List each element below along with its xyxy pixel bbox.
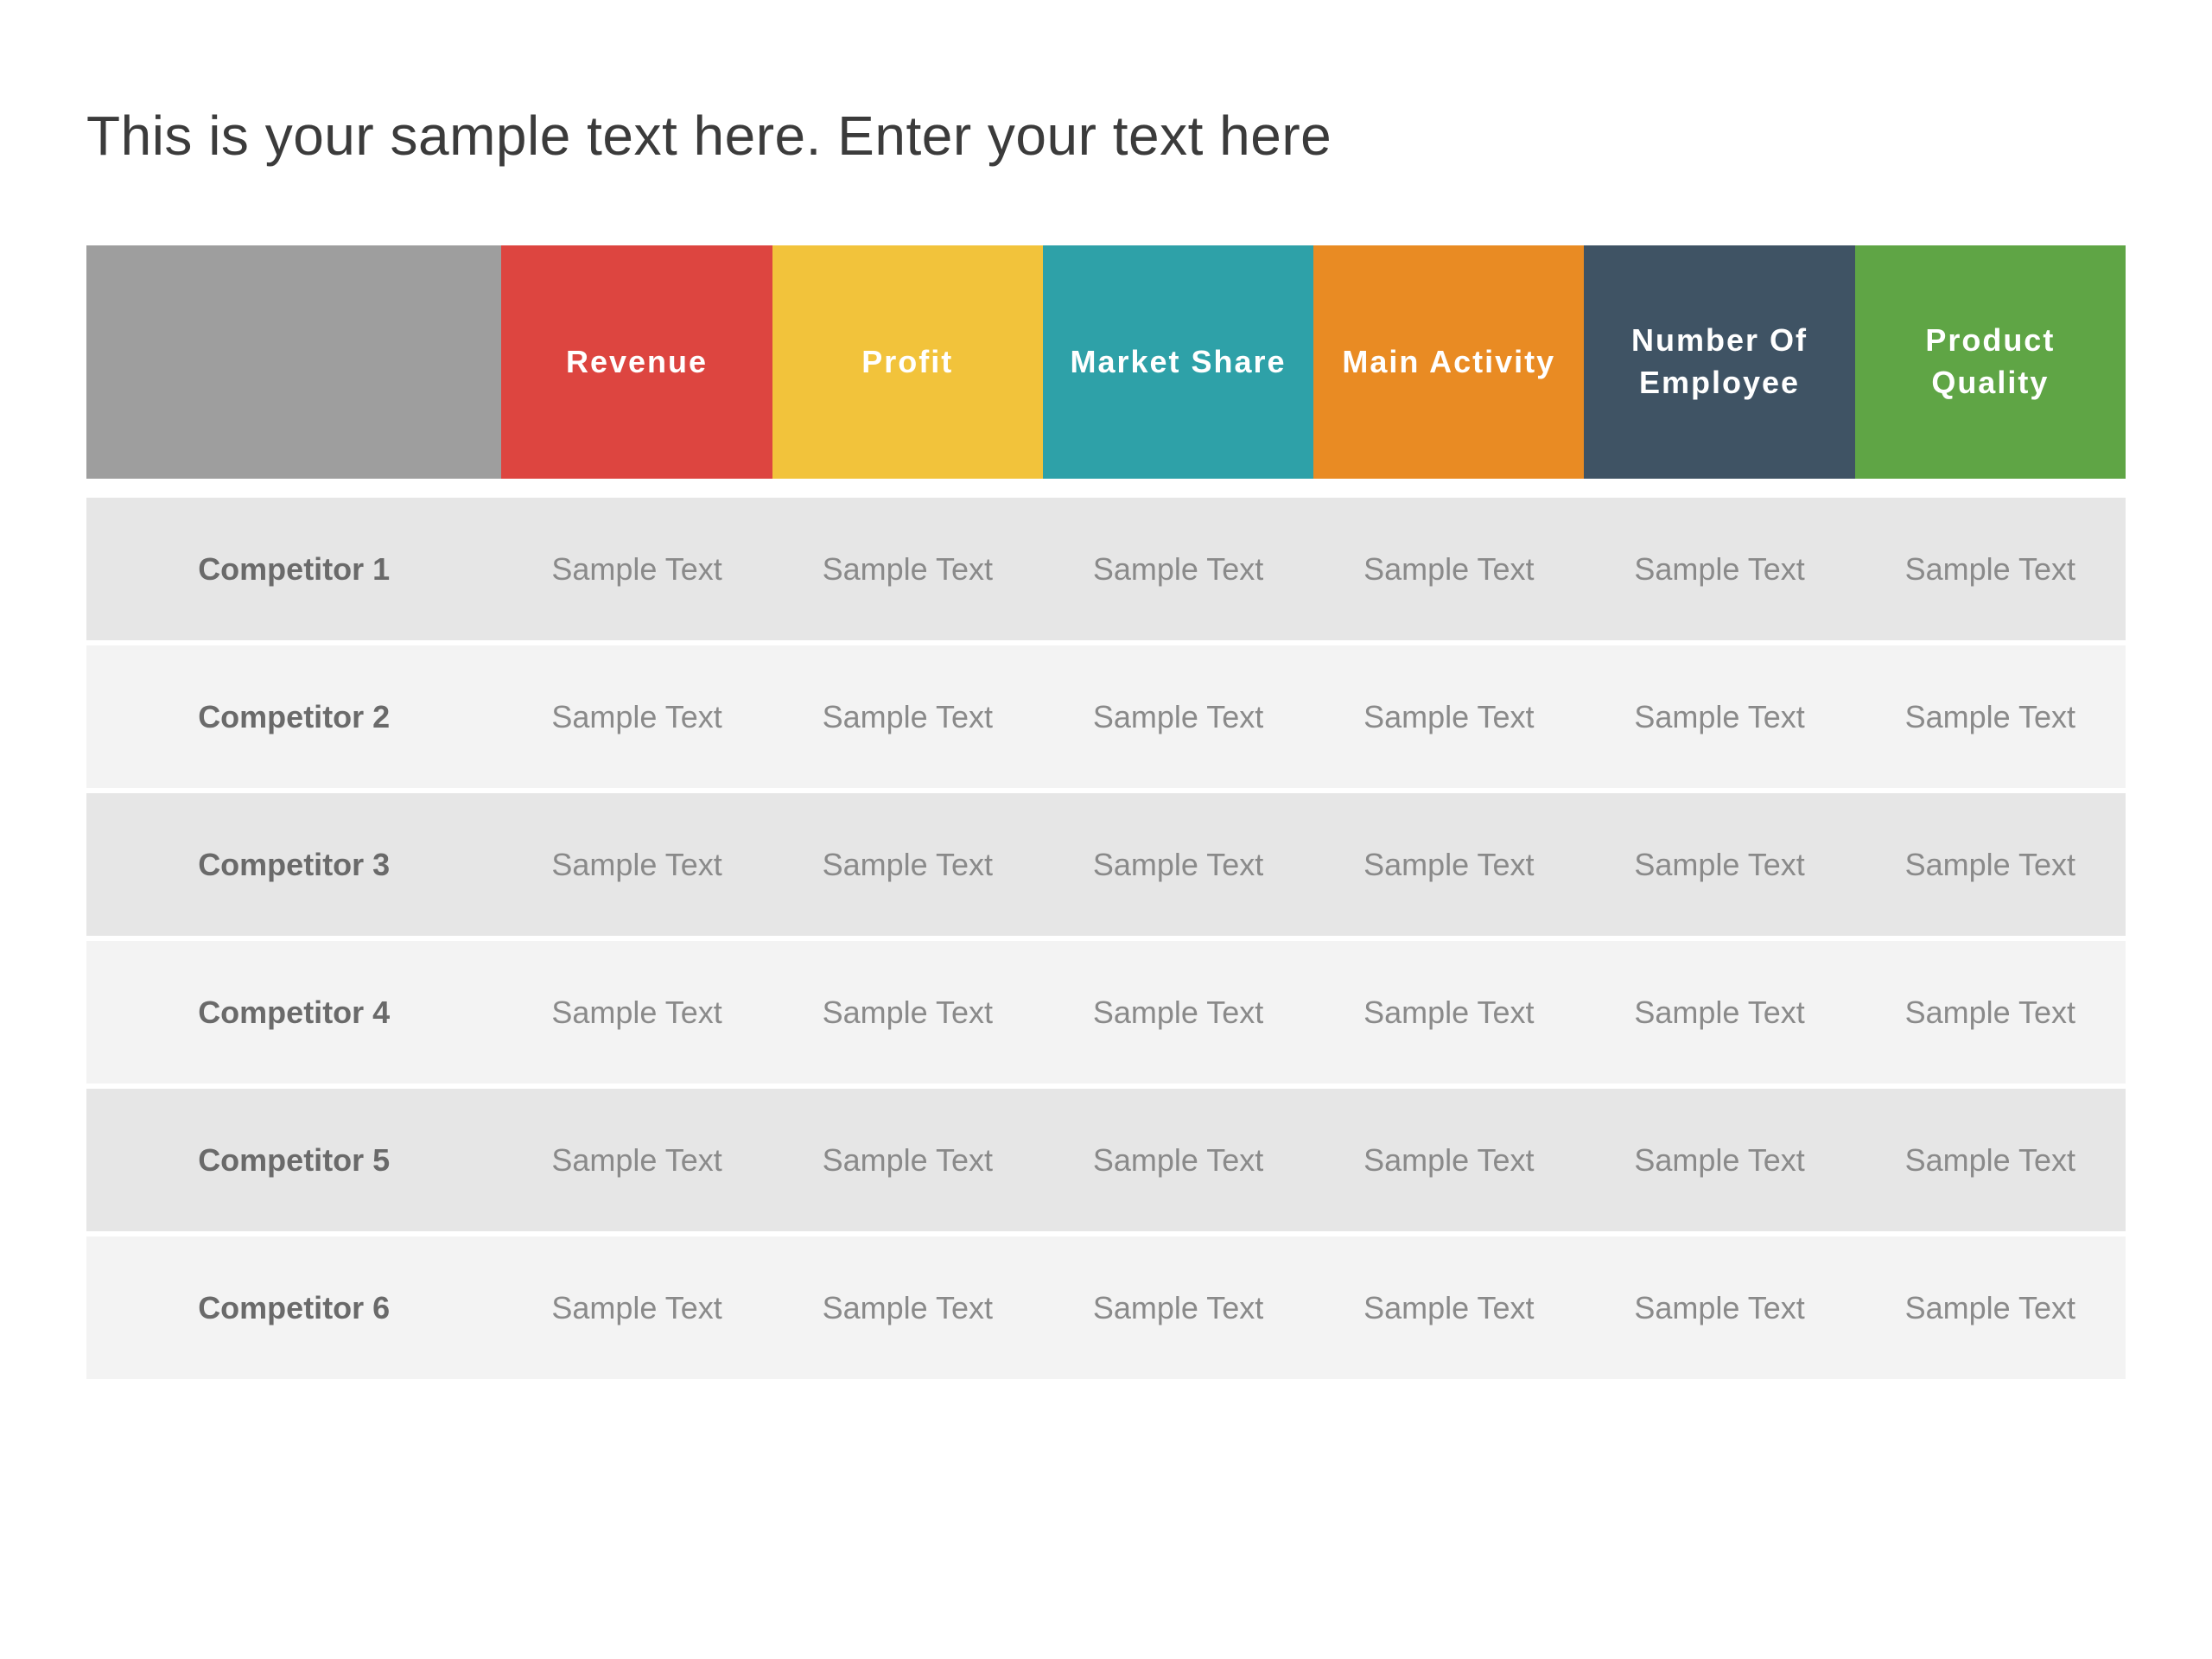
row-label: Competitor 2 bbox=[86, 645, 501, 788]
table-cell: Sample Text bbox=[772, 645, 1043, 788]
table-cell: Sample Text bbox=[501, 941, 772, 1084]
table-cell: Sample Text bbox=[1313, 1089, 1584, 1231]
table-cell: Sample Text bbox=[501, 793, 772, 936]
table-cell: Sample Text bbox=[1043, 645, 1313, 788]
table-cell: Sample Text bbox=[1313, 498, 1584, 640]
row-label: Competitor 5 bbox=[86, 1089, 501, 1231]
table-cell: Sample Text bbox=[1855, 645, 2126, 788]
table-row: Competitor 1 Sample Text Sample Text Sam… bbox=[86, 498, 2126, 640]
table-cell: Sample Text bbox=[1855, 793, 2126, 936]
table-row: Competitor 3 Sample Text Sample Text Sam… bbox=[86, 793, 2126, 936]
table-cell: Sample Text bbox=[1043, 1236, 1313, 1379]
row-label: Competitor 1 bbox=[86, 498, 501, 640]
table-cell: Sample Text bbox=[1584, 1089, 1854, 1231]
table-cell: Sample Text bbox=[1584, 1236, 1854, 1379]
table-row: Competitor 2 Sample Text Sample Text Sam… bbox=[86, 645, 2126, 788]
header-market-share: Market Share bbox=[1043, 245, 1313, 479]
table-cell: Sample Text bbox=[1584, 941, 1854, 1084]
table-cell: Sample Text bbox=[1313, 941, 1584, 1084]
table-cell: Sample Text bbox=[1855, 498, 2126, 640]
competitor-table: Revenue Profit Market Share Main Activit… bbox=[86, 245, 2126, 1379]
table-cell: Sample Text bbox=[501, 1236, 772, 1379]
table-cell: Sample Text bbox=[1855, 1236, 2126, 1379]
table-cell: Sample Text bbox=[1313, 645, 1584, 788]
table-cell: Sample Text bbox=[772, 1089, 1043, 1231]
header-product-quality: Product Quality bbox=[1855, 245, 2126, 479]
table-cell: Sample Text bbox=[1313, 1236, 1584, 1379]
table-cell: Sample Text bbox=[1855, 941, 2126, 1084]
header-profit: Profit bbox=[772, 245, 1043, 479]
table-cell: Sample Text bbox=[501, 1089, 772, 1231]
table-row: Competitor 6 Sample Text Sample Text Sam… bbox=[86, 1236, 2126, 1379]
table-cell: Sample Text bbox=[772, 1236, 1043, 1379]
table-cell: Sample Text bbox=[501, 645, 772, 788]
table-cell: Sample Text bbox=[1584, 793, 1854, 936]
table-cell: Sample Text bbox=[1043, 793, 1313, 936]
table-cell: Sample Text bbox=[1584, 498, 1854, 640]
table-row: Competitor 4 Sample Text Sample Text Sam… bbox=[86, 941, 2126, 1084]
row-label: Competitor 3 bbox=[86, 793, 501, 936]
table-cell: Sample Text bbox=[1043, 498, 1313, 640]
table-cell: Sample Text bbox=[1043, 941, 1313, 1084]
row-label: Competitor 4 bbox=[86, 941, 501, 1084]
header-divider bbox=[86, 479, 2126, 498]
table-cell: Sample Text bbox=[772, 793, 1043, 936]
table-row: Competitor 5 Sample Text Sample Text Sam… bbox=[86, 1089, 2126, 1231]
page-title: This is your sample text here. Enter you… bbox=[86, 104, 2126, 168]
table-cell: Sample Text bbox=[1313, 793, 1584, 936]
table-cell: Sample Text bbox=[1043, 1089, 1313, 1231]
table-cell: Sample Text bbox=[1584, 645, 1854, 788]
header-main-activity: Main Activity bbox=[1313, 245, 1584, 479]
table-cell: Sample Text bbox=[772, 498, 1043, 640]
table-cell: Sample Text bbox=[772, 941, 1043, 1084]
table-cell: Sample Text bbox=[501, 498, 772, 640]
table-cell: Sample Text bbox=[1855, 1089, 2126, 1231]
header-number-of-employee: Number Of Employee bbox=[1584, 245, 1854, 479]
header-blank bbox=[86, 245, 501, 479]
table-header-row: Revenue Profit Market Share Main Activit… bbox=[86, 245, 2126, 479]
header-revenue: Revenue bbox=[501, 245, 772, 479]
row-label: Competitor 6 bbox=[86, 1236, 501, 1379]
